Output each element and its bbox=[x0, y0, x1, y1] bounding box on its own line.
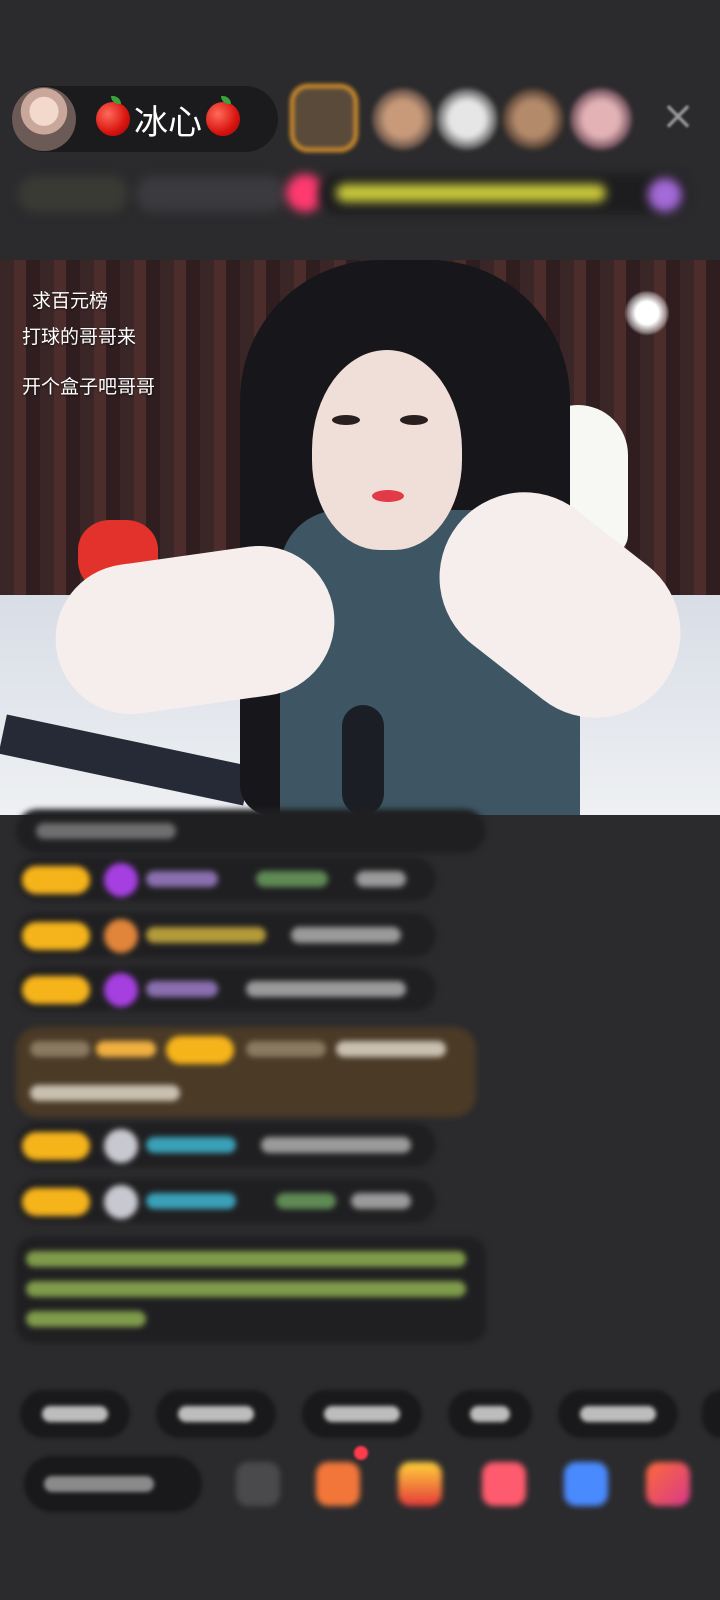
host-info-pill[interactable]: 冰心 bbox=[12, 86, 278, 152]
viewer-avatar-list bbox=[290, 84, 650, 156]
quick-reply-chip[interactable] bbox=[156, 1390, 276, 1438]
viewer-avatar[interactable] bbox=[290, 84, 358, 152]
share-icon[interactable] bbox=[236, 1462, 280, 1506]
overlay-text: 求百元榜 bbox=[32, 290, 109, 312]
message-text bbox=[26, 1311, 146, 1327]
streamer-eye bbox=[332, 415, 360, 425]
username bbox=[146, 871, 218, 887]
message-text bbox=[356, 871, 406, 887]
streamer-face bbox=[312, 350, 462, 550]
overlay-text: 开个盒子吧哥哥 bbox=[22, 376, 156, 398]
level-badge bbox=[22, 976, 90, 1004]
host-name: 冰心 bbox=[96, 95, 240, 144]
streamer-lips bbox=[372, 490, 404, 502]
chat-message[interactable] bbox=[16, 967, 436, 1011]
rank-chip[interactable] bbox=[18, 176, 128, 212]
chat-icon[interactable] bbox=[564, 1462, 608, 1506]
stream-info-row bbox=[18, 168, 708, 220]
purple-icon[interactable] bbox=[648, 178, 682, 212]
host-avatar[interactable] bbox=[12, 87, 76, 151]
diamond-icon bbox=[104, 973, 138, 1007]
chat-message[interactable] bbox=[16, 1123, 436, 1167]
tag bbox=[96, 1041, 156, 1057]
close-icon[interactable]: × bbox=[660, 96, 696, 136]
viewer-avatar[interactable] bbox=[502, 88, 564, 150]
level-badge bbox=[22, 866, 90, 894]
viewer-avatar[interactable] bbox=[570, 88, 632, 150]
quick-reply-chip[interactable] bbox=[20, 1390, 130, 1438]
gift-box-icon[interactable] bbox=[316, 1462, 360, 1506]
live-video[interactable]: 求百元榜 打球的哥哥来 开个盒子吧哥哥 bbox=[0, 260, 720, 815]
username bbox=[256, 871, 328, 887]
apple-icon bbox=[206, 96, 240, 136]
level-badge bbox=[166, 1036, 234, 1064]
username bbox=[146, 927, 266, 943]
level-badge bbox=[22, 922, 90, 950]
level-badge bbox=[22, 1188, 90, 1216]
tag bbox=[30, 1041, 90, 1057]
announcement-text bbox=[336, 184, 606, 202]
quick-reply-chip[interactable] bbox=[302, 1390, 422, 1438]
hot-value-chip[interactable] bbox=[136, 176, 286, 212]
username bbox=[146, 981, 218, 997]
chat-message[interactable] bbox=[16, 913, 436, 957]
user-icon bbox=[104, 1129, 138, 1163]
message-text bbox=[30, 1085, 180, 1101]
more-icon[interactable] bbox=[646, 1462, 690, 1506]
username bbox=[276, 1193, 336, 1209]
chat-list[interactable] bbox=[0, 809, 720, 1355]
microphone bbox=[342, 705, 384, 815]
system-message[interactable] bbox=[16, 1237, 486, 1343]
quick-reply-chip[interactable] bbox=[702, 1390, 720, 1438]
streamer-eye bbox=[400, 415, 428, 425]
diamond-icon bbox=[104, 863, 138, 897]
viewer-avatar[interactable] bbox=[372, 88, 434, 150]
notification-dot bbox=[354, 1446, 368, 1460]
message-text bbox=[26, 1281, 466, 1297]
chat-message[interactable] bbox=[16, 809, 486, 853]
message-text bbox=[261, 1137, 411, 1153]
chat-message[interactable] bbox=[16, 1179, 436, 1223]
username bbox=[146, 1193, 236, 1209]
chat-message[interactable] bbox=[16, 1027, 476, 1117]
game-icon[interactable] bbox=[482, 1462, 526, 1506]
host-name-text: 冰心 bbox=[134, 102, 202, 143]
message-text bbox=[36, 823, 176, 839]
orange-icon bbox=[104, 919, 138, 953]
quick-reply-chip[interactable] bbox=[558, 1390, 678, 1438]
red-packet-icon[interactable] bbox=[398, 1462, 442, 1506]
username bbox=[246, 1041, 326, 1057]
lamp-light bbox=[624, 290, 670, 336]
user-icon bbox=[104, 1185, 138, 1219]
message-text bbox=[351, 1193, 411, 1209]
message-text bbox=[246, 981, 406, 997]
overlay-text: 打球的哥哥来 bbox=[22, 326, 137, 348]
viewer-avatar[interactable] bbox=[436, 88, 498, 150]
message-text bbox=[291, 927, 401, 943]
username bbox=[146, 1137, 236, 1153]
chat-message[interactable] bbox=[16, 857, 436, 901]
quick-reply-chip[interactable] bbox=[448, 1390, 532, 1438]
apple-icon bbox=[96, 96, 130, 136]
message-text bbox=[26, 1251, 466, 1267]
comment-input[interactable] bbox=[24, 1456, 202, 1512]
message-text bbox=[336, 1041, 446, 1057]
level-badge bbox=[22, 1132, 90, 1160]
